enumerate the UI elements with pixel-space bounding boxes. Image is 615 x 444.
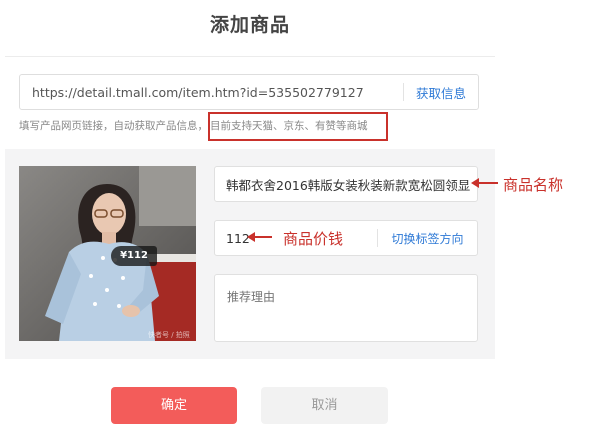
dialog-title: 添加商品: [209, 14, 290, 36]
confirm-button[interactable]: 确定: [111, 387, 237, 424]
fetch-info-button[interactable]: 获取信息: [404, 83, 478, 102]
recommend-reason-field: [214, 274, 478, 342]
product-name-value: 韩都衣舍2016韩版女装秋装新款宽松圆领显: [226, 177, 471, 193]
product-name-field[interactable]: 韩都衣舍2016韩版女装秋装新款宽松圆领显: [214, 166, 478, 202]
supported-stores-highlight: [208, 112, 388, 141]
url-hint-text: 填写产品网页链接，自动获取产品信息，: [19, 120, 208, 132]
name-annotation-arrow-icon: [471, 178, 498, 188]
title-divider: [5, 56, 495, 57]
cancel-button[interactable]: 取消: [261, 387, 388, 424]
product-image: [19, 166, 196, 341]
price-tag: ¥112: [111, 246, 157, 266]
image-watermark: 快者号 / 拍照: [148, 331, 190, 339]
price-annotation-arrow-icon: [247, 232, 272, 242]
product-url-input[interactable]: [20, 75, 403, 109]
url-field-container: 获取信息: [19, 74, 479, 110]
name-annotation-label: 商品名称: [503, 176, 564, 194]
switch-tag-direction-button[interactable]: 切换标签方向: [378, 230, 477, 247]
price-annotation-label: 商品价钱: [283, 230, 344, 248]
recommend-reason-input[interactable]: [215, 275, 477, 341]
